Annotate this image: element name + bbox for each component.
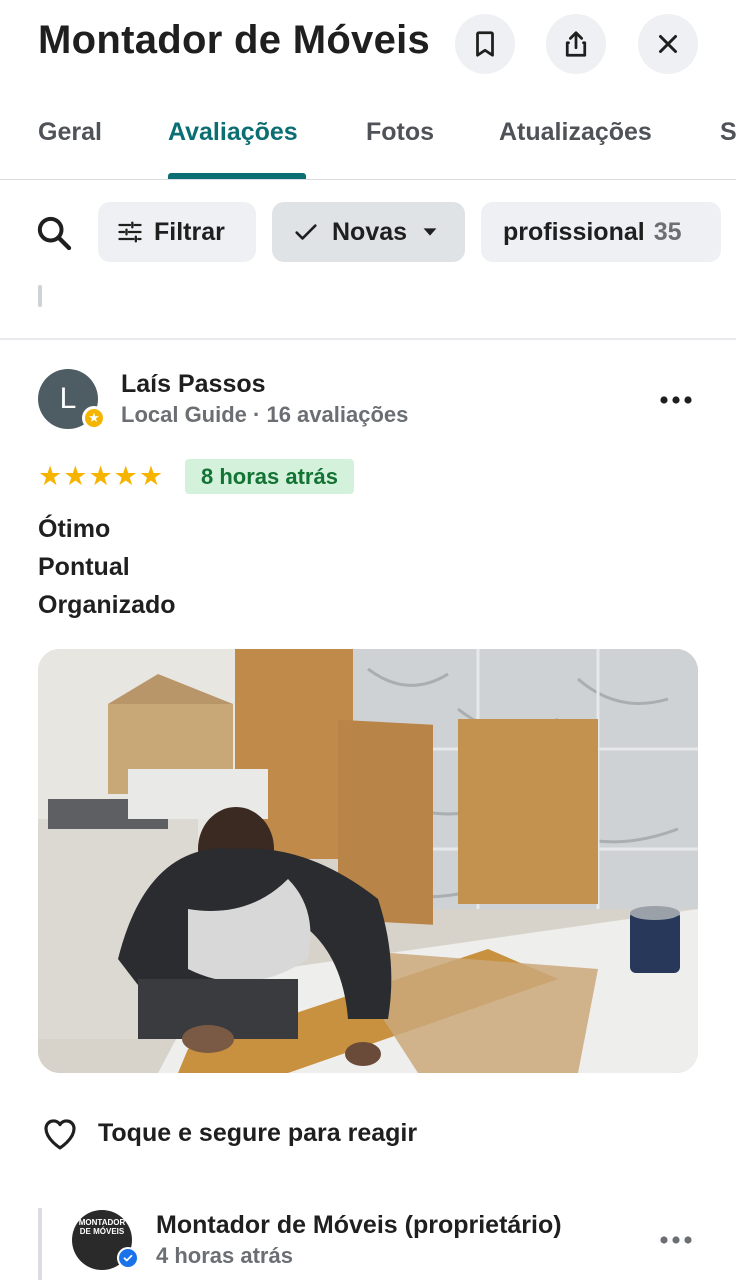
star-icon: ★ [113, 461, 138, 491]
reviewer-name[interactable]: Laís Passos [121, 370, 266, 399]
review-line: Organizado [38, 591, 176, 619]
filter-bar: Filtrar Novas profissional 35 [0, 195, 736, 270]
tab-atualizacoes[interactable]: Atualizações [499, 118, 652, 147]
bookmark-icon [476, 31, 494, 57]
close-button[interactable] [638, 14, 698, 74]
check-icon [295, 224, 317, 240]
filter-chip[interactable]: Filtrar [98, 202, 256, 262]
tab-more[interactable]: S [720, 118, 736, 147]
review-photo[interactable] [38, 649, 698, 1073]
tab-fotos[interactable]: Fotos [366, 118, 434, 147]
share-button[interactable] [546, 14, 606, 74]
sort-chip[interactable]: Novas [272, 202, 465, 262]
owner-reply-bar [38, 1208, 42, 1280]
owner-reply-time: 4 horas atrás [156, 1243, 293, 1268]
previous-reply-bar [38, 285, 42, 307]
local-guide-badge-icon: ★ [82, 406, 106, 430]
verified-badge-icon [117, 1247, 139, 1269]
header: Montador de Móveis [0, 0, 736, 100]
star-icon: ★ [88, 461, 113, 491]
review-more-button[interactable] [656, 380, 696, 420]
owner-avatar-logo-text: MONTADOR DE MÓVEIS [78, 1218, 126, 1236]
review-time-badge: 8 horas atrás [185, 459, 354, 494]
more-options-icon [660, 1236, 692, 1244]
bookmark-button[interactable] [455, 14, 515, 74]
owner-name[interactable]: Montador de Móveis (proprietário) [156, 1211, 626, 1240]
topic-label: profissional [503, 217, 645, 246]
close-icon [659, 35, 677, 53]
share-icon [565, 31, 587, 57]
review-line: Ótimo [38, 515, 111, 543]
owner-reply-more-button[interactable] [656, 1220, 696, 1260]
review-line: Pontual [38, 553, 130, 581]
active-tab-indicator [168, 173, 306, 179]
star-icon: ★ [38, 461, 63, 491]
search-icon[interactable] [34, 213, 74, 253]
sort-label: Novas [332, 217, 408, 246]
review-photo-image [38, 649, 698, 1073]
reviewer-meta: Local Guide · 16 avaliações [121, 402, 409, 427]
heart-icon [44, 1119, 76, 1150]
tune-icon [118, 221, 142, 243]
avatar-initial: L [59, 382, 77, 415]
tab-bar: Geral Avaliações Fotos Atualizações S [0, 100, 736, 180]
topic-chip-profissional[interactable]: profissional 35 [481, 202, 721, 262]
more-options-icon [660, 396, 692, 404]
tab-geral[interactable]: Geral [38, 118, 102, 147]
caret-down-icon [423, 228, 437, 236]
topic-count: 35 [653, 217, 682, 246]
star-rating: ★ ★ ★ ★ ★ [38, 461, 163, 491]
react-label: Toque e segure para reagir [98, 1118, 418, 1147]
tab-avaliacoes[interactable]: Avaliações [168, 118, 298, 147]
star-icon: ★ [63, 461, 88, 491]
divider [0, 338, 736, 340]
star-icon: ★ [138, 461, 164, 491]
react-button[interactable]: Toque e segure para reagir [38, 1112, 417, 1154]
filter-label: Filtrar [154, 217, 225, 246]
review-text: Ótimo Pontual Organizado [38, 510, 176, 624]
page-title: Montador de Móveis [38, 18, 431, 62]
